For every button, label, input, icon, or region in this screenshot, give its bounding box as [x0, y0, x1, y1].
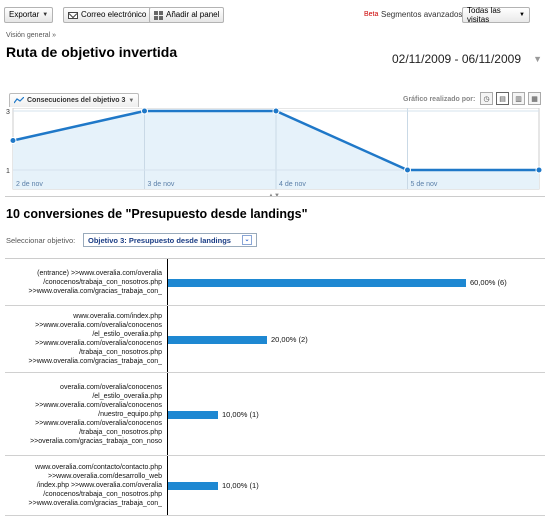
data-point: [272, 108, 280, 115]
chevron-down-icon: ▼: [42, 12, 49, 18]
percent-label: 10,00% (1): [222, 409, 259, 419]
path-step: www.overalia.com/contacto/contacto.php: [35, 464, 162, 471]
path-step: /el_estilo_overalia.php: [92, 331, 162, 338]
conversions-chart: 3 1 2 de nov 3 de nov 4 de nov 5 de nov: [5, 108, 545, 190]
data-point: [141, 108, 148, 115]
segments-select[interactable]: Todas las visitas ▼: [462, 6, 530, 24]
section-title: 10 conversiones de "Presupuesto desde la…: [6, 207, 308, 221]
data-point: [404, 166, 411, 174]
y-tick-label: 3: [6, 109, 10, 116]
path-step: /nuestro_equipo.php: [98, 410, 162, 418]
breadcrumb[interactable]: Visión general »: [6, 32, 56, 39]
add-to-dashboard-button[interactable]: Añadir al panel: [149, 7, 225, 23]
week-view-icon[interactable]: ▥: [512, 92, 525, 105]
path-step: >>www.overalia.com/gracias_trabaja_con_: [28, 358, 162, 365]
data-point: [535, 166, 543, 174]
path-step: >>www.overalia.com/overalia/conocenos: [35, 401, 162, 409]
percent-label: 60,00% (6): [470, 277, 507, 287]
segments-label: Segmentos avanzados:: [381, 10, 465, 19]
graph-by-label: Gráfico realizado por:: [403, 96, 476, 103]
email-label: Correo electrónico: [81, 10, 147, 19]
path-step: >>www.overalia.com/overalia/conocenos: [35, 322, 162, 329]
export-button[interactable]: Exportar ▼: [4, 7, 54, 23]
metric-selector[interactable]: Consecuciones del objetivo 3 ▼: [9, 93, 140, 107]
day-view-icon[interactable]: ▤: [496, 92, 509, 105]
path-text: www.overalia.com/index.php >>www.overalia…: [5, 306, 165, 372]
metric-label: Consecuciones del objetivo 3: [27, 97, 126, 104]
path-row: overalia.com/overalia/conocenos/el_estil…: [5, 373, 545, 456]
goal-select-label: Seleccionar objetivo:: [6, 236, 76, 245]
path-step: www.overalia.com/index.php: [73, 313, 162, 320]
email-button[interactable]: Correo electrónico: [63, 7, 152, 23]
chevron-down-icon: ▼: [128, 97, 135, 104]
month-view-icon[interactable]: ▦: [528, 92, 541, 105]
page-title: Ruta de objetivo invertida: [6, 44, 178, 60]
path-step: overalia.com/overalia/conocenos: [60, 383, 162, 391]
path-step: >>www.overalia.com/overalia/conocenos: [35, 419, 162, 427]
chevron-down-icon: ▼: [533, 54, 542, 64]
data-point: [9, 137, 17, 144]
path-step: >>www.overalia.com/desarrollo_web: [48, 473, 162, 480]
x-tick-label: 2 de nov: [16, 181, 43, 188]
line-chart-icon: [14, 97, 24, 104]
dashboard-icon: [154, 10, 163, 20]
y-tick-label: 1: [6, 168, 10, 175]
export-label: Exportar: [9, 10, 40, 19]
beta-badge: Beta: [364, 11, 379, 18]
path-row: www.overalia.com/contacto/contacto.php >>…: [5, 456, 545, 516]
chevron-down-icon: ▼: [519, 12, 525, 18]
x-tick-label: 4 de nov: [279, 181, 306, 188]
date-range-picker[interactable]: 02/11/2009 - 06/11/2009 ▼: [388, 48, 546, 70]
divider: [5, 196, 545, 197]
goal-paths-table: (entrance) >>www.overalia.com/overalia/c…: [5, 258, 545, 516]
x-tick-label: 5 de nov: [411, 181, 438, 188]
envelope-icon: [68, 11, 78, 19]
path-step: (entrance) >>www.overalia.com/overalia: [37, 269, 162, 277]
percent-bar: [168, 410, 218, 419]
path-step: /trabaja_con_nosotros.php: [79, 428, 162, 436]
toolbar: Exportar ▼ Correo electrónico Añadir al …: [0, 0, 550, 28]
x-tick-label: 3 de nov: [148, 181, 175, 188]
path-row: (entrance) >>www.overalia.com/overalia/c…: [5, 259, 545, 306]
path-text: (entrance) >>www.overalia.com/overalia/c…: [5, 259, 165, 305]
clock-icon[interactable]: ◷: [480, 92, 493, 105]
path-step: /conocenos/trabaja_con_nosotros.php: [43, 491, 162, 498]
percent-bar: [168, 482, 218, 490]
segments-value: Todas las visitas: [467, 6, 501, 24]
percent-label: 20,00% (2): [271, 334, 308, 344]
percent-bar: [168, 335, 267, 344]
goal-select-value: Objetivo 3: Presupuesto desde landings: [88, 235, 231, 245]
path-step: >>www.overalia.com/gracias_trabaja_con_: [28, 287, 162, 295]
path-step: >>www.overalia.com/gracias_trabaja_con_: [28, 500, 162, 507]
goal-select[interactable]: Objetivo 3: Presupuesto desde landings ⌄: [83, 233, 257, 247]
percent-label: 10,00% (1): [222, 481, 259, 490]
path-step: >>www.overalia.com/overalia/conocenos: [35, 340, 162, 347]
path-step: /el_estilo_overalia.php: [92, 392, 162, 400]
path-row: www.overalia.com/index.php >>www.overalia…: [5, 306, 545, 373]
path-text: www.overalia.com/contacto/contacto.php >>…: [5, 456, 165, 515]
path-text: overalia.com/overalia/conocenos/el_estil…: [5, 373, 165, 455]
path-step: >>overalia.com/gracias_trabaja_con_noso: [30, 437, 162, 445]
percent-bar: [168, 278, 466, 287]
add-panel-label: Añadir al panel: [166, 10, 220, 19]
path-step: /trabaja_con_nosotros.php: [79, 349, 162, 356]
chevron-down-icon: ⌄: [242, 235, 252, 245]
path-step: /conocenos/trabaja_con_nosotros.php: [43, 278, 162, 286]
date-range-value: 02/11/2009 - 06/11/2009: [392, 52, 521, 66]
graph-header: Consecuciones del objetivo 3 ▼ Gráfico r…: [5, 92, 545, 108]
path-step: /index.php >>www.overalia.com/overalia: [36, 482, 162, 489]
chart-svg: 3 1 2 de nov 3 de nov 4 de nov 5 de nov: [6, 108, 543, 190]
